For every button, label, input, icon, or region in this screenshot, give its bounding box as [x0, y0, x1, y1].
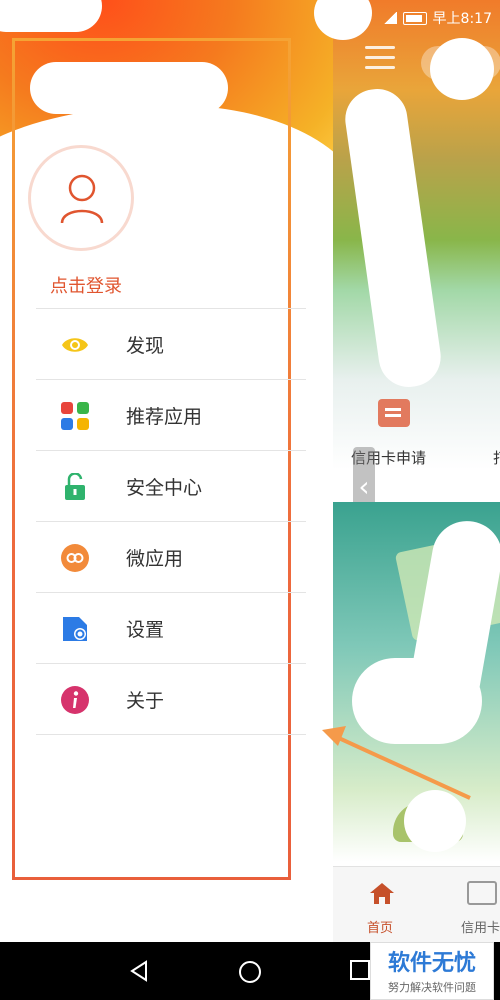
back-icon[interactable]: [128, 960, 150, 982]
watermark-title: 软件无忧: [387, 951, 476, 976]
watermark-logo: 软件无忧 努力解决软件问题: [370, 942, 494, 1000]
watermark-subtitle: 努力解决软件问题: [388, 981, 476, 994]
home-button-icon[interactable]: [238, 960, 262, 984]
recents-icon[interactable]: [350, 960, 370, 980]
annotation-arrow: [322, 726, 471, 800]
